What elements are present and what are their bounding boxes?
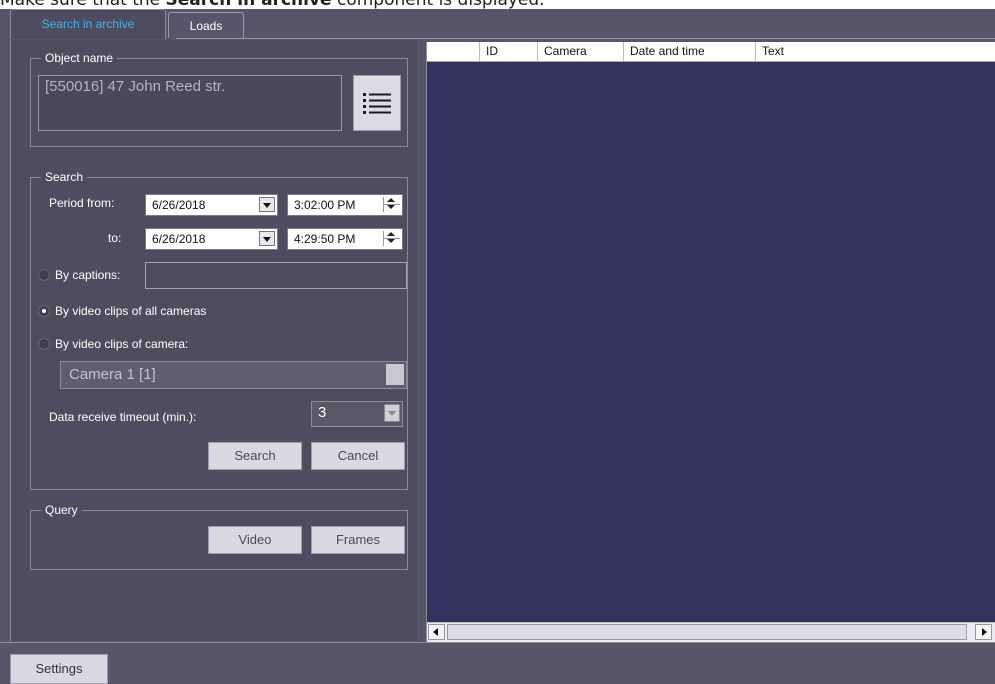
object-list-button[interactable] bbox=[353, 75, 401, 131]
dropdown-icon[interactable] bbox=[386, 364, 404, 385]
by-all-cameras-radio[interactable] bbox=[38, 305, 50, 317]
object-name-legend: Object name bbox=[41, 51, 118, 65]
object-name-group: Object name [550016] 47 John Reed str. bbox=[30, 51, 408, 147]
frames-button[interactable]: Frames bbox=[311, 526, 405, 554]
spinner-icon[interactable] bbox=[383, 197, 400, 212]
captions-input[interactable] bbox=[145, 262, 407, 289]
to-date-picker[interactable]: 6/26/2018 bbox=[145, 228, 278, 250]
to-time-field[interactable]: 4:29:50 PM bbox=[287, 228, 403, 250]
query-group: Query Video Frames bbox=[30, 503, 408, 570]
tab-loads[interactable]: Loads bbox=[168, 12, 244, 38]
by-camera-label: By video clips of camera: bbox=[55, 337, 189, 351]
by-all-cameras-label: By video clips of all cameras bbox=[55, 304, 207, 318]
video-button[interactable]: Video bbox=[208, 526, 302, 554]
horizontal-scrollbar[interactable] bbox=[427, 622, 995, 642]
to-date-value: 6/26/2018 bbox=[152, 232, 206, 246]
search-group: Search Period from: 6/26/2018 3:02:00 PM… bbox=[30, 170, 408, 490]
period-from-label: Period from: bbox=[49, 196, 115, 210]
cancel-button[interactable]: Cancel bbox=[311, 442, 405, 470]
column-text[interactable]: Text bbox=[755, 42, 995, 61]
from-time-field[interactable]: 3:02:00 PM bbox=[287, 194, 403, 216]
column-camera[interactable]: Camera bbox=[537, 42, 623, 61]
camera-select-value: Camera 1 [1] bbox=[69, 366, 156, 383]
settings-button[interactable]: Settings bbox=[10, 654, 108, 684]
chevron-down-icon[interactable] bbox=[259, 231, 275, 246]
by-captions-label: By captions: bbox=[55, 268, 121, 282]
tab-search-in-archive[interactable]: Search in archive bbox=[10, 9, 166, 39]
search-legend: Search bbox=[41, 170, 88, 184]
scroll-right-icon[interactable] bbox=[975, 624, 992, 640]
timeout-select[interactable]: 3 bbox=[311, 401, 403, 427]
camera-select[interactable]: Camera 1 [1] bbox=[60, 361, 407, 389]
to-label: to: bbox=[108, 231, 122, 245]
search-in-archive-window: Search in archive Loads Object name [550… bbox=[0, 9, 995, 684]
by-captions-radio[interactable] bbox=[38, 269, 50, 281]
search-parameters-panel: Object name [550016] 47 John Reed str. S… bbox=[10, 40, 417, 641]
search-button[interactable]: Search bbox=[208, 442, 302, 470]
scroll-left-icon[interactable] bbox=[428, 624, 445, 640]
chevron-down-icon[interactable] bbox=[384, 404, 400, 422]
query-legend: Query bbox=[41, 503, 82, 517]
grid-header: ID Camera Date and time Text bbox=[427, 42, 995, 62]
timeout-label: Data receive timeout (min.): bbox=[49, 410, 197, 424]
list-icon bbox=[363, 93, 391, 114]
column-date-time[interactable]: Date and time bbox=[623, 42, 755, 61]
tab-strip: Search in archive Loads bbox=[10, 9, 995, 40]
from-date-picker[interactable]: 6/26/2018 bbox=[145, 194, 278, 216]
results-grid[interactable]: ID Camera Date and time Text bbox=[426, 42, 995, 642]
spinner-icon[interactable] bbox=[383, 231, 400, 246]
footer-divider bbox=[0, 642, 995, 643]
chevron-down-icon[interactable] bbox=[259, 197, 275, 212]
scroll-thumb[interactable] bbox=[447, 624, 967, 640]
by-camera-radio[interactable] bbox=[38, 338, 50, 350]
from-date-value: 6/26/2018 bbox=[152, 198, 206, 212]
object-name-field[interactable]: [550016] 47 John Reed str. bbox=[38, 75, 342, 131]
column-id[interactable]: ID bbox=[479, 42, 537, 61]
from-time-value: 3:02:00 PM bbox=[294, 198, 356, 212]
to-time-value: 4:29:50 PM bbox=[294, 232, 356, 246]
tab-divider bbox=[176, 38, 995, 39]
timeout-value: 3 bbox=[318, 404, 327, 421]
